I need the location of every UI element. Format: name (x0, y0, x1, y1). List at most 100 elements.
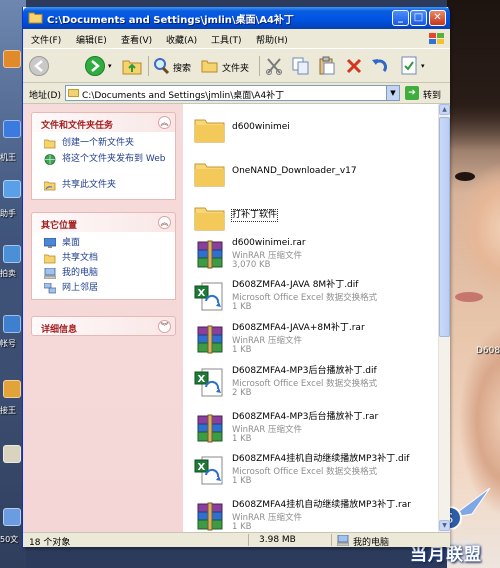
file-item[interactable]: D608ZMFA4挂机自动继续播放MP3补丁.rar WinRAR 压缩文件 1 K… (193, 500, 438, 532)
menu-view[interactable]: 查看(V) (121, 33, 152, 46)
file-size: 1 KB (232, 522, 252, 532)
delete-icon[interactable] (345, 57, 363, 75)
title-bar[interactable]: C:\Documents and Settings\jmlin\桌面\A4补丁 … (23, 7, 450, 29)
file-size: 1 KB (232, 302, 252, 312)
forward-button[interactable]: ▾ (85, 55, 113, 77)
search-button[interactable]: 搜索 (152, 55, 196, 77)
folder-item[interactable]: d600winimei (193, 112, 438, 154)
desktop-icon[interactable] (3, 508, 21, 526)
move-to-icon[interactable] (265, 56, 285, 76)
menu-favorites[interactable]: 收藏(A) (166, 33, 197, 46)
explorer-window: C:\Documents and Settings\jmlin\桌面\A4补丁 … (22, 7, 450, 548)
excel-dif-icon: X (194, 456, 223, 485)
file-list: d600winimei OneNAND_Downloader_v17 打补丁软件 d6… (183, 104, 438, 532)
expand-chevron-icon[interactable]: ︾ (158, 320, 171, 333)
file-type: Microsoft Office Excel 数据交换格式 (232, 379, 378, 389)
other-places-panel-header[interactable]: 其它位置 ︽ (31, 212, 176, 232)
wallpaper-lips (455, 292, 483, 302)
menu-edit[interactable]: 编辑(E) (76, 33, 107, 46)
desktop-icon[interactable] (3, 445, 21, 463)
address-input[interactable]: C:\Documents and Settings\jmlin\桌面\A4补丁 … (65, 85, 400, 101)
views-dropdown-arrow-icon[interactable]: ▾ (421, 62, 425, 70)
shared-docs-icon (44, 254, 56, 264)
menu-bar: 文件(F) 编辑(E) 查看(V) 收藏(A) 工具(T) 帮助(H) (23, 29, 450, 49)
wallpaper-eye (455, 172, 475, 181)
scroll-down-button[interactable]: ▼ (439, 520, 450, 531)
desktop-icon[interactable] (3, 50, 21, 68)
toolbar: ▾ 搜索 文件夹 ▾ (23, 49, 450, 83)
details-panel-header[interactable]: 详细信息 ︾ (31, 316, 176, 336)
status-object-count: 18 个对象 (29, 538, 71, 548)
file-item[interactable]: D608ZMFA4-JAVA+8M补丁.rar WinRAR 压缩文件 1 KB (193, 323, 438, 365)
address-label: 地址(D) (29, 91, 61, 101)
desktop-icon[interactable] (3, 180, 21, 198)
collapse-chevron-icon[interactable]: ︽ (158, 116, 171, 129)
winrar-icon (197, 240, 223, 269)
new-folder-icon (44, 139, 56, 149)
collapse-chevron-icon[interactable]: ︽ (158, 216, 171, 229)
task-share-folder[interactable]: 共享此文件夹 (44, 180, 170, 191)
file-name: D608ZMFA4挂机自动继续播放MP3补丁.rar (232, 500, 411, 510)
excel-dif-icon: X (194, 368, 223, 397)
folder-icon (68, 89, 79, 97)
folder-item[interactable]: 打补丁软件 (193, 200, 438, 242)
close-button[interactable]: ✕ (429, 10, 446, 26)
desktop-icon[interactable] (3, 245, 21, 263)
address-value: C:\Documents and Settings\jmlin\桌面\A4补丁 (82, 91, 285, 101)
place-network[interactable]: 网上邻居 (44, 283, 170, 294)
file-tasks-panel: 创建一个新文件夹 将这个文件夹发布到 Web 共享此文件夹 (31, 132, 176, 200)
address-dropdown-button[interactable]: ▼ (386, 86, 399, 100)
scroll-up-button[interactable]: ▲ (439, 104, 450, 115)
copy-to-icon[interactable] (291, 56, 311, 76)
file-name: D608ZMFA4挂机自动继续播放MP3补丁.dif (232, 454, 410, 464)
svg-text:X: X (198, 288, 206, 299)
folder-icon (28, 12, 43, 24)
menu-file[interactable]: 文件(F) (31, 33, 61, 46)
file-item[interactable]: D608ZMFA4-MP3后台播放补丁.rar WinRAR 压缩文件 1 KB (193, 412, 438, 454)
menu-help[interactable]: 帮助(H) (256, 33, 288, 46)
desktop-icon[interactable] (3, 315, 21, 333)
status-size: 3.98 MB (259, 535, 296, 545)
file-item[interactable]: d600winimei.rar WinRAR 压缩文件 3,070 KB (193, 238, 438, 280)
menu-tools[interactable]: 工具(T) (211, 33, 242, 46)
folders-button[interactable]: 文件夹 (201, 55, 253, 77)
up-folder-icon[interactable] (121, 56, 143, 76)
maximize-button[interactable]: □ (410, 10, 427, 26)
file-item[interactable]: X D608ZMFA4-MP3后台播放补丁.dif Microsoft Office… (193, 366, 438, 408)
desktop-icon (44, 238, 56, 248)
place-my-computer[interactable]: 我的电脑 (44, 268, 170, 279)
vertical-scrollbar[interactable]: ▲ ▼ (438, 104, 450, 532)
folder-item[interactable]: OneNAND_Downloader_v17 (193, 156, 438, 198)
file-item[interactable]: X D608ZMFA4-JAVA 8M补丁.dif Microsoft Office… (193, 280, 438, 322)
file-name: d600winimei (232, 122, 290, 132)
status-divider (331, 534, 332, 546)
wallpaper-hair (447, 0, 500, 150)
views-icon[interactable] (401, 56, 419, 76)
file-name: OneNAND_Downloader_v17 (232, 166, 357, 176)
folder-icon (194, 163, 225, 187)
network-icon (44, 283, 56, 294)
desktop-icon-label: D608 (476, 346, 500, 356)
undo-icon[interactable] (370, 57, 388, 75)
scroll-thumb[interactable] (439, 117, 450, 337)
back-button[interactable] (29, 55, 53, 77)
svg-text:X: X (198, 374, 206, 385)
status-divider (248, 534, 249, 546)
task-new-folder[interactable]: 创建一个新文件夹 (44, 138, 170, 149)
window-title: C:\Documents and Settings\jmlin\桌面\A4补丁 (47, 15, 294, 26)
file-tasks-panel-header[interactable]: 文件和文件夹任务 ︽ (31, 112, 176, 132)
paste-icon[interactable] (317, 56, 337, 76)
task-publish-web[interactable]: 将这个文件夹发布到 Web (44, 154, 170, 165)
desktop-icon[interactable] (3, 380, 21, 398)
go-button[interactable]: 转到 (423, 88, 441, 101)
toolbar-separator (259, 56, 260, 76)
file-item[interactable]: X D608ZMFA4挂机自动继续播放MP3补丁.dif Microsoft Off… (193, 454, 438, 496)
other-places-panel: 桌面 共享文档 我的电脑 网上邻居 (31, 232, 176, 300)
place-shared-docs[interactable]: 共享文档 (44, 253, 170, 264)
minimize-button[interactable]: _ (392, 10, 409, 26)
place-desktop[interactable]: 桌面 (44, 238, 170, 249)
desktop-icon[interactable] (3, 120, 21, 138)
file-name: D608ZMFA4-MP3后台播放补丁.dif (232, 366, 377, 376)
go-arrow-icon[interactable]: ➔ (405, 86, 419, 100)
file-size: 1 KB (232, 476, 252, 486)
